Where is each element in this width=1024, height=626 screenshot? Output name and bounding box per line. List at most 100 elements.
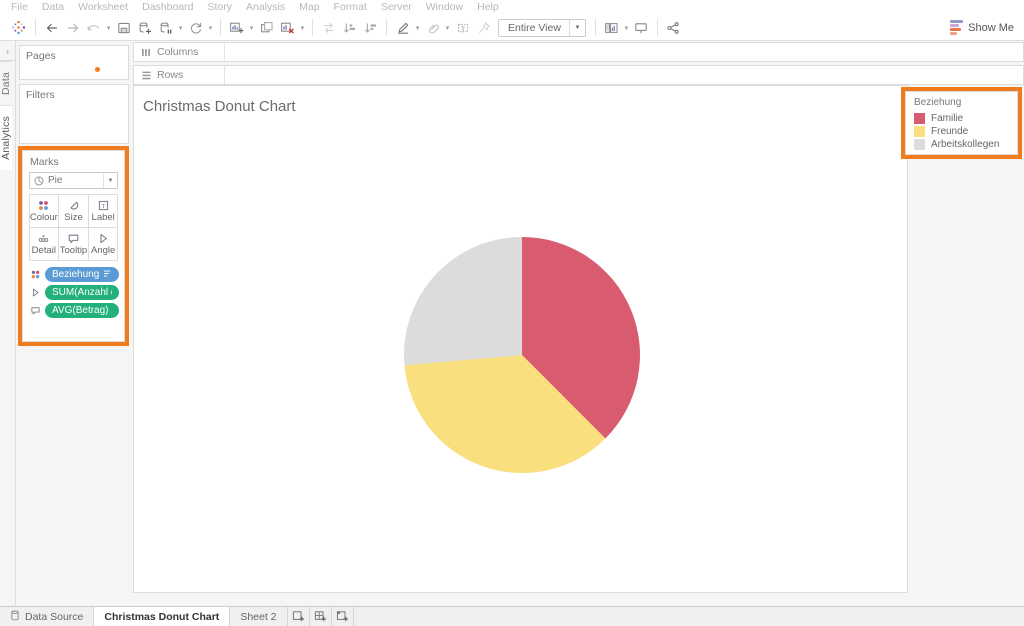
toolbar-divider-3 bbox=[312, 19, 313, 36]
sort-descending-icon[interactable] bbox=[360, 17, 381, 38]
menu-item-data[interactable]: Data bbox=[35, 0, 71, 15]
marks-button-label-text: Label bbox=[91, 212, 115, 223]
worksheet-tab-christmas-donut-chart[interactable]: Christmas Donut Chart bbox=[94, 607, 231, 626]
new-dashboard-icon[interactable] bbox=[310, 607, 332, 626]
sort-ascending-icon[interactable] bbox=[339, 17, 360, 38]
toolbar-divider bbox=[35, 19, 36, 36]
menu-item-story[interactable]: Story bbox=[200, 0, 239, 15]
show-hide-cards-dropdown-caret[interactable]: ▾ bbox=[622, 24, 631, 32]
fix-axes-dropdown-caret[interactable]: ▾ bbox=[443, 24, 452, 32]
sort-icon[interactable] bbox=[103, 269, 112, 280]
new-worksheet-icon[interactable] bbox=[226, 17, 247, 38]
side-rail: › Data Analytics bbox=[0, 41, 16, 606]
status-bar: Data Source Christmas Donut Chart Sheet … bbox=[0, 606, 1024, 626]
marks-pill-row: AVG(Betrag) bbox=[28, 303, 119, 318]
clear-sheet-dropdown-caret[interactable]: ▾ bbox=[298, 24, 307, 32]
pie-slice-arbeitskollegen[interactable] bbox=[404, 237, 522, 366]
marks-pill-row: Beziehung bbox=[28, 267, 119, 282]
show-me-button[interactable]: Show Me bbox=[950, 20, 1014, 35]
legend-swatch bbox=[914, 113, 925, 124]
marks-button-angle[interactable]: Angle bbox=[87, 226, 119, 261]
marks-button-size[interactable]: Size bbox=[58, 193, 89, 228]
refresh-dropdown-caret[interactable]: ▾ bbox=[206, 24, 215, 32]
worksheet-tab-sheet-2[interactable]: Sheet 2 bbox=[230, 607, 288, 626]
marks-button-label[interactable]: T Label bbox=[87, 193, 119, 228]
menu-item-format[interactable]: Format bbox=[327, 0, 374, 15]
menu-item-server[interactable]: Server bbox=[374, 0, 419, 15]
show-labels-icon[interactable]: T bbox=[452, 17, 473, 38]
marks-button-label: Size bbox=[64, 212, 83, 223]
pages-indicator-dot bbox=[95, 67, 100, 72]
clear-sheet-icon[interactable] bbox=[277, 17, 298, 38]
pie-chart[interactable] bbox=[134, 86, 907, 592]
menu-item-window[interactable]: Window bbox=[419, 0, 470, 15]
pages-card[interactable]: Pages bbox=[19, 45, 129, 80]
save-icon[interactable] bbox=[113, 17, 134, 38]
forward-arrow-icon[interactable] bbox=[62, 17, 83, 38]
legend-item-freunde[interactable]: Freunde bbox=[906, 125, 1017, 138]
angle-icon bbox=[97, 231, 110, 245]
tableau-logo-icon[interactable] bbox=[6, 17, 30, 38]
highlight-dropdown-caret[interactable]: ▾ bbox=[413, 24, 422, 32]
columns-shelf[interactable]: Columns bbox=[133, 42, 1024, 62]
menu-item-worksheet[interactable]: Worksheet bbox=[71, 0, 135, 15]
marks-card-annotation: Marks Pie ▼ Colour Size T Label Detail T… bbox=[18, 146, 129, 346]
menu-item-map[interactable]: Map bbox=[292, 0, 326, 15]
back-arrow-icon[interactable] bbox=[41, 17, 62, 38]
rail-tab-data[interactable]: Data bbox=[0, 61, 12, 105]
refresh-icon[interactable] bbox=[185, 17, 206, 38]
data-source-icon bbox=[10, 610, 20, 624]
rows-shelf-dropzone[interactable] bbox=[224, 66, 1023, 84]
duplicate-sheet-icon[interactable] bbox=[256, 17, 277, 38]
tableau-window: File Data Worksheet Dashboard Story Anal… bbox=[0, 0, 1024, 626]
fix-axes-icon[interactable] bbox=[422, 17, 443, 38]
marks-button-colour[interactable]: Colour bbox=[28, 193, 60, 228]
menu-item-analysis[interactable]: Analysis bbox=[239, 0, 292, 15]
menu-item-help[interactable]: Help bbox=[470, 0, 506, 15]
undo-dropdown-caret[interactable]: ▾ bbox=[104, 24, 113, 32]
worksheet-canvas[interactable]: Christmas Donut Chart bbox=[133, 85, 908, 593]
chevron-right-icon[interactable]: › bbox=[0, 41, 15, 61]
columns-icon bbox=[141, 47, 152, 58]
show-hide-cards-icon[interactable] bbox=[601, 17, 622, 38]
toolbar-divider-4 bbox=[386, 19, 387, 36]
fit-selector[interactable]: Entire View ▼ bbox=[498, 18, 586, 37]
marks-pill-beziehung[interactable]: Beziehung bbox=[45, 267, 119, 282]
rows-shelf[interactable]: Rows bbox=[133, 65, 1024, 85]
swap-rows-columns-icon[interactable] bbox=[318, 17, 339, 38]
new-worksheet-icon[interactable] bbox=[288, 607, 310, 626]
data-source-tab[interactable]: Data Source bbox=[0, 607, 95, 626]
marks-button-tooltip[interactable]: Tooltip bbox=[58, 226, 89, 261]
data-source-dropdown-caret[interactable]: ▾ bbox=[176, 24, 185, 32]
highlight-icon[interactable] bbox=[392, 17, 413, 38]
legend-item-familie[interactable]: Familie bbox=[906, 112, 1017, 125]
marks-button-detail[interactable]: Detail bbox=[28, 226, 60, 261]
chevron-down-icon[interactable]: ▼ bbox=[568, 19, 585, 36]
menu-bar: File Data Worksheet Dashboard Story Anal… bbox=[0, 0, 1024, 15]
chevron-down-icon[interactable]: ▼ bbox=[103, 173, 117, 188]
new-story-icon[interactable] bbox=[332, 607, 354, 626]
toolbar-divider-6 bbox=[656, 19, 658, 36]
pill-label: AVG(Betrag) bbox=[52, 305, 109, 316]
marks-pill-avg-betrag[interactable]: AVG(Betrag) bbox=[45, 303, 119, 318]
mark-type-dropdown[interactable]: Pie ▼ bbox=[29, 172, 118, 189]
marks-button-label: Detail bbox=[31, 245, 56, 256]
undo-icon[interactable] bbox=[83, 17, 104, 38]
rail-tab-analytics[interactable]: Analytics bbox=[0, 104, 12, 170]
new-worksheet-dropdown-caret[interactable]: ▾ bbox=[247, 24, 256, 32]
pause-data-source-icon[interactable] bbox=[155, 17, 176, 38]
pie-chart-svg[interactable] bbox=[134, 86, 909, 594]
share-icon[interactable] bbox=[663, 17, 684, 38]
pin-icon[interactable] bbox=[473, 17, 494, 38]
presentation-mode-icon[interactable] bbox=[631, 17, 652, 38]
tooltip-icon bbox=[67, 231, 80, 245]
legend-item-arbeitskollegen[interactable]: Arbeitskollegen bbox=[906, 138, 1017, 151]
filters-card[interactable]: Filters bbox=[19, 84, 129, 144]
marks-pill-sum-anzahl[interactable]: SUM(Anzahl d.. bbox=[45, 285, 119, 300]
menu-item-dashboard[interactable]: Dashboard bbox=[135, 0, 200, 15]
marks-pill-list: Beziehung SUM(Anzahl d.. bbox=[28, 267, 119, 318]
new-data-source-icon[interactable] bbox=[134, 17, 155, 38]
columns-shelf-dropzone[interactable] bbox=[224, 43, 1023, 61]
menu-item-file[interactable]: File bbox=[4, 0, 35, 15]
rows-icon bbox=[141, 70, 152, 81]
